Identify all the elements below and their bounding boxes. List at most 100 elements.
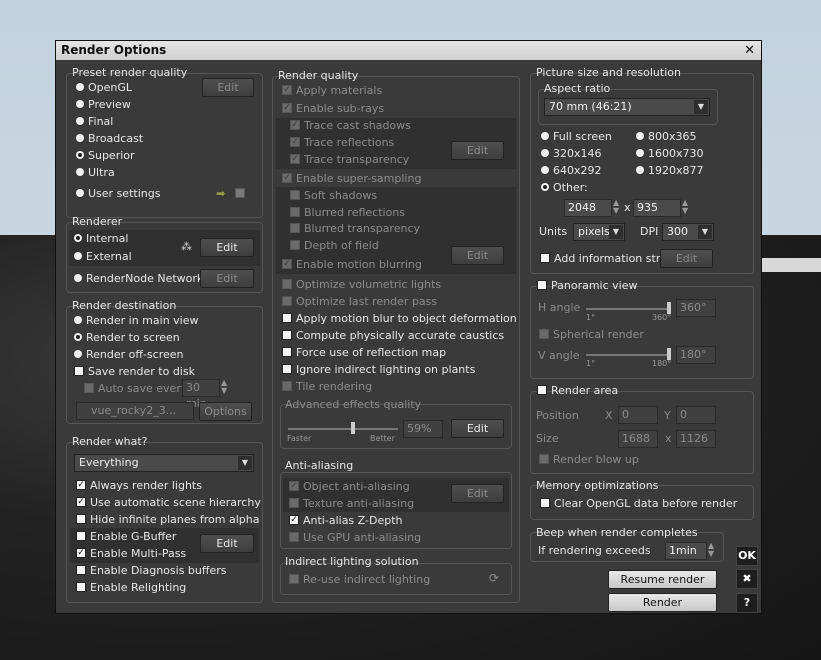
advanced-slider-track[interactable] [288, 428, 398, 430]
h-angle-field[interactable]: 360° [676, 299, 716, 317]
enable-supersampling[interactable]: ✓ Enable super-sampling [282, 171, 421, 187]
v-angle-track[interactable] [586, 354, 669, 356]
info-strip-checkbox[interactable]: Add information strip [540, 251, 670, 267]
renderer-option-internal[interactable]: Internal [74, 231, 128, 247]
ok-button[interactable]: OK [736, 546, 758, 566]
reuse-indirect[interactable]: Re-use indirect lighting [289, 572, 430, 588]
size-1600x730[interactable]: 1600x730 [636, 146, 704, 162]
renderer-option-external[interactable]: External [74, 249, 132, 265]
destination-off-screen[interactable]: Render off-screen [74, 347, 184, 363]
subrays-edit-button[interactable]: Edit [451, 141, 504, 160]
enable-multipass[interactable]: ✓ Enable Multi-Pass [76, 546, 186, 562]
preset-option-user[interactable]: User settings [76, 186, 160, 202]
options-button[interactable]: Options [199, 402, 252, 421]
physically-accurate-caustics[interactable]: Compute physically accurate caustics [282, 328, 504, 344]
advanced-slider-thumb[interactable] [350, 422, 355, 434]
size-800x365[interactable]: 800x365 [636, 129, 697, 145]
renderer-edit-button[interactable]: Edit [200, 238, 254, 257]
motion-blur-deformation[interactable]: Apply motion blur to object deformation [282, 311, 517, 327]
enable-subrays[interactable]: ✓ Enable sub-rays [282, 101, 384, 117]
save-disk-icon[interactable] [235, 188, 245, 198]
auto-scene-hierarchy[interactable]: ✓ Use automatic scene hierarchy [76, 495, 261, 511]
position-y-field[interactable]: 0 [676, 406, 716, 424]
optimize-volumetric[interactable]: Optimize volumetric lights [282, 277, 441, 293]
render-blow-up-checkbox[interactable]: Render blow up [539, 452, 639, 468]
supersampling-edit-button[interactable]: Edit [451, 246, 504, 265]
advanced-edit-button[interactable]: Edit [451, 419, 504, 438]
force-reflection-map[interactable]: Force use of reflection map [282, 345, 446, 361]
height-field[interactable]: 935 [633, 199, 681, 217]
optimize-last-pass[interactable]: Optimize last render pass [282, 294, 437, 310]
always-render-lights[interactable]: ✓ Always render lights [76, 478, 202, 494]
preset-option-preview[interactable]: Preview [76, 97, 131, 113]
beep-threshold-field[interactable]: 1min [665, 542, 707, 560]
refresh-icon[interactable]: ⟳ [489, 571, 499, 585]
load-arrow-icon[interactable]: ➡ [216, 187, 225, 200]
dpi-dropdown[interactable]: 300 ▼ [662, 223, 714, 241]
beep-spinner-icon[interactable]: ▲ ▼ [708, 542, 714, 558]
advanced-value-field[interactable]: 59% [403, 420, 443, 438]
blurred-reflections[interactable]: Blurred reflections [290, 205, 405, 221]
apply-materials[interactable]: ✓ Apply materials [282, 83, 382, 99]
spinner-icon[interactable]: ▲ ▼ [221, 379, 227, 395]
position-x-field[interactable]: 0 [618, 406, 658, 424]
spherical-render-checkbox[interactable]: Spherical render [539, 327, 644, 343]
tile-rendering[interactable]: Tile rendering [282, 379, 372, 395]
help-button[interactable]: ? [736, 593, 758, 613]
units-dropdown[interactable]: pixels ▼ [573, 223, 625, 241]
info-strip-edit-button[interactable]: Edit [660, 249, 713, 268]
gpu-anti-aliasing[interactable]: Use GPU anti-aliasing [289, 530, 421, 546]
enable-diagnosis[interactable]: Enable Diagnosis buffers [76, 563, 227, 579]
preset-option-superior[interactable]: Superior [76, 148, 135, 164]
area-width-field[interactable]: 1688 [618, 430, 658, 448]
close-icon[interactable]: ✕ [744, 41, 755, 60]
size-640x292[interactable]: 640x292 [541, 163, 602, 179]
preset-option-final[interactable]: Final [76, 114, 113, 130]
destination-main-view[interactable]: Render in main view [74, 313, 199, 329]
size-1920x877[interactable]: 1920x877 [636, 163, 704, 179]
size-full-screen[interactable]: Full screen [541, 129, 612, 145]
multipass-edit-button[interactable]: Edit [200, 534, 254, 553]
size-other[interactable]: Other: [541, 180, 588, 196]
preset-option-opengl[interactable]: OpenGL [76, 80, 132, 96]
auto-save-field[interactable]: 30 min [182, 379, 220, 410]
cancel-button[interactable]: ✖ [736, 569, 758, 589]
ignore-indirect-plants[interactable]: Ignore indirect lighting on plants [282, 362, 475, 378]
h-angle-track[interactable] [586, 308, 669, 310]
destination-screen[interactable]: Render to screen [74, 330, 180, 346]
rendernode-edit-button[interactable]: Edit [200, 269, 254, 288]
width-field[interactable]: 2048 [564, 199, 612, 217]
trace-reflections[interactable]: ✓ Trace reflections [290, 135, 394, 151]
clear-opengl-checkbox[interactable]: Clear OpenGL data before render [540, 496, 737, 512]
enable-motion-blurring[interactable]: ✓ Enable motion blurring [282, 257, 422, 273]
resume-render-button[interactable]: Resume render [608, 570, 717, 589]
renderer-option-rendernode[interactable]: RenderNode Network [74, 271, 203, 287]
area-height-field[interactable]: 1126 [676, 430, 716, 448]
anti-alias-zdepth[interactable]: ✓ Anti-alias Z-Depth [289, 513, 402, 529]
hide-infinite-planes[interactable]: Hide infinite planes from alpha [76, 512, 259, 528]
trace-transparency[interactable]: ✓ Trace transparency [290, 152, 409, 168]
preset-edit-button[interactable]: Edit [202, 78, 254, 97]
soft-shadows[interactable]: Soft shadows [290, 188, 377, 204]
object-anti-aliasing[interactable]: ✓ Object anti-aliasing [289, 479, 410, 495]
aspect-dropdown[interactable]: 70 mm (46:21) ▼ [544, 98, 710, 116]
blurred-transparency[interactable]: Blurred transparency [290, 221, 420, 237]
enable-gbuffer[interactable]: Enable G-Buffer [76, 529, 176, 545]
filename-field[interactable]: vue_rocky2_3... [76, 402, 194, 420]
render-area-checkbox[interactable]: Render area [537, 383, 618, 399]
trace-cast-shadows[interactable]: ✓ Trace cast shadows [290, 118, 411, 134]
size-320x146[interactable]: 320x146 [541, 146, 602, 162]
preset-option-ultra[interactable]: Ultra [76, 165, 115, 181]
v-angle-field[interactable]: 180° [676, 346, 716, 364]
panoramic-checkbox[interactable]: Panoramic view [537, 278, 638, 294]
depth-of-field[interactable]: Depth of field [290, 238, 379, 254]
render-what-dropdown[interactable]: Everything ▼ [74, 454, 254, 472]
preset-option-broadcast[interactable]: Broadcast [76, 131, 143, 147]
auto-save-checkbox[interactable]: Auto save every [84, 381, 187, 397]
aa-edit-button[interactable]: Edit [451, 484, 504, 503]
save-to-disk-checkbox[interactable]: Save render to disk [74, 364, 195, 380]
enable-relighting[interactable]: Enable Relighting [76, 580, 186, 596]
width-spinner-icon[interactable]: ▲ ▼ [613, 199, 619, 215]
render-button[interactable]: Render [608, 593, 717, 612]
texture-anti-aliasing[interactable]: Texture anti-aliasing [289, 496, 414, 512]
